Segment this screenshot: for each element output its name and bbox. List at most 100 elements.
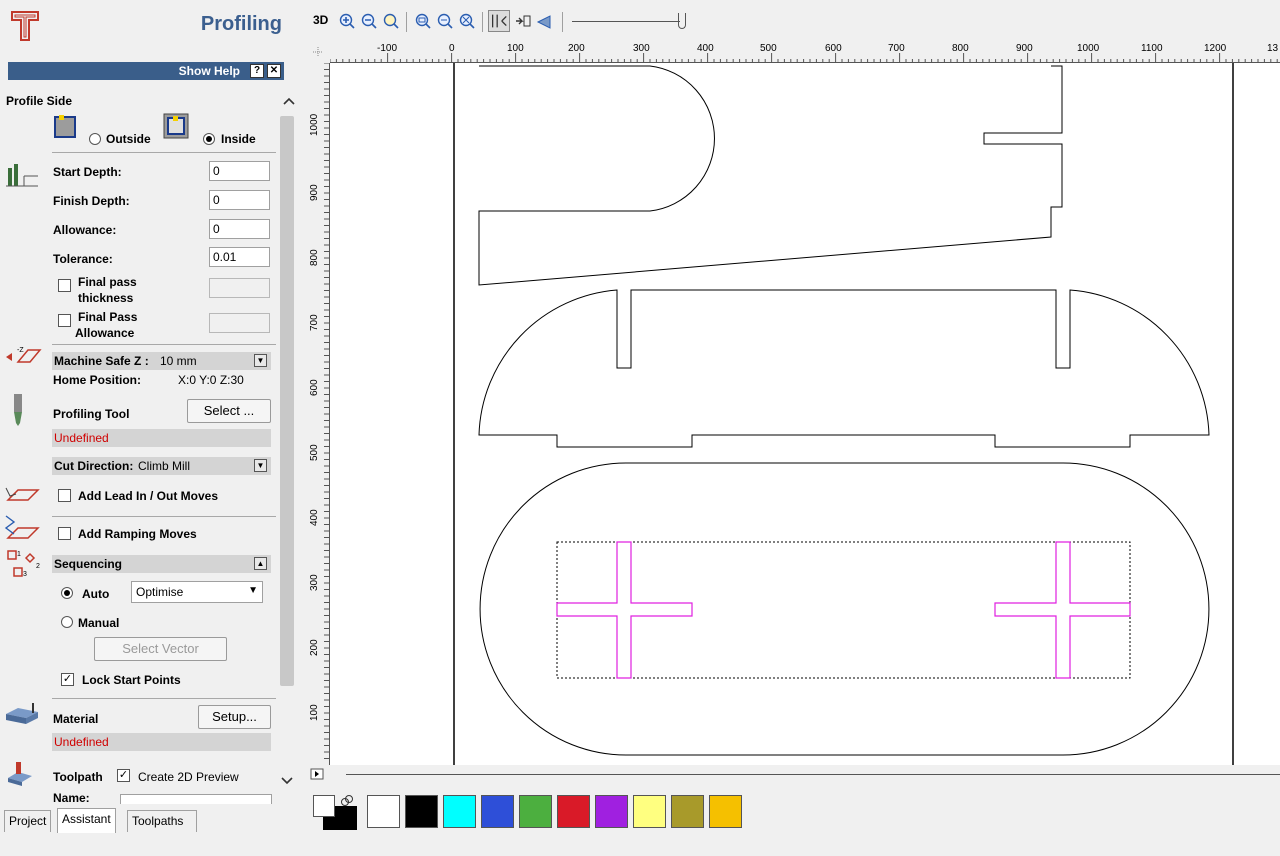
select-vector-button: Select Vector <box>94 637 227 661</box>
zoom-fit-icon[interactable] <box>382 12 400 30</box>
play-arrow-icon[interactable] <box>310 768 324 780</box>
color-swatch[interactable] <box>367 795 400 828</box>
color-swatch[interactable] <box>633 795 666 828</box>
toolbar-separator <box>562 12 563 32</box>
color-swatch[interactable] <box>709 795 742 828</box>
ramping-icon <box>4 515 40 539</box>
toolbar-separator <box>482 12 483 32</box>
material-setup-button[interactable]: Setup... <box>198 705 271 729</box>
sequence-order-value: Optimise <box>136 585 184 599</box>
outside-label: Outside <box>106 132 151 146</box>
panel-title: Profiling <box>200 13 282 35</box>
vertical-ruler: 1000 900 800 700 600 500 400 300 200 100 <box>306 62 330 765</box>
color-swatch[interactable] <box>481 795 514 828</box>
zoom-in-icon[interactable] <box>338 12 356 30</box>
final-pass-thickness-label-2: thickness <box>78 291 134 305</box>
finish-depth-input[interactable]: 0 <box>209 190 270 210</box>
color-swatch[interactable] <box>671 795 704 828</box>
lead-in-checkbox[interactable] <box>58 489 71 502</box>
tolerance-input[interactable]: 0.01 <box>209 247 270 267</box>
color-swatch[interactable] <box>595 795 628 828</box>
zoom-all-icon[interactable] <box>458 12 476 30</box>
allowance-input[interactable]: 0 <box>209 219 270 239</box>
svg-text:1: 1 <box>17 551 21 558</box>
zoom-box-icon[interactable] <box>414 12 432 30</box>
color-swatch[interactable] <box>557 795 590 828</box>
sequencing-bar[interactable]: Sequencing ▲ <box>52 555 271 573</box>
tab-toolpaths[interactable]: Toolpaths <box>127 810 197 832</box>
color-swatch[interactable] <box>443 795 476 828</box>
horizontal-ruler: -100 0 100 200 300 400 500 600 700 800 9… <box>329 41 1280 63</box>
vector-top-profile <box>478 65 1063 286</box>
ruler-y-label: 600 <box>309 379 320 396</box>
help-button[interactable]: ? <box>250 64 264 78</box>
cut-direction-bar[interactable]: Cut Direction: Climb Mill ▼ <box>52 457 271 475</box>
swap-colors-icon[interactable] <box>340 794 354 808</box>
current-fill-color-front[interactable] <box>313 795 335 817</box>
chevron-down-icon[interactable]: ▼ <box>254 459 267 472</box>
select-tool-button[interactable]: Select ... <box>187 399 271 423</box>
outside-radio[interactable] <box>89 133 101 145</box>
finish-depth-label: Finish Depth: <box>53 194 130 208</box>
tab-assistant[interactable]: Assistant <box>57 808 116 833</box>
toolpath-name-input[interactable] <box>120 794 272 804</box>
material-block-icon <box>6 703 38 724</box>
ruler-y-label: 900 <box>309 184 320 201</box>
cut-direction-value: Climb Mill <box>138 459 190 473</box>
snap-icon[interactable] <box>488 10 510 32</box>
design-canvas[interactable] <box>330 63 1280 765</box>
divider <box>52 698 276 699</box>
sequencing-label: Sequencing <box>54 557 123 571</box>
ruler-y-label: 300 <box>309 574 320 591</box>
manual-label: Manual <box>78 616 120 630</box>
slider-thumb[interactable] <box>678 13 686 29</box>
chevron-up-icon[interactable]: ▲ <box>254 557 267 570</box>
chevron-down-icon[interactable]: ▼ <box>248 585 258 596</box>
ruler-y-label: 100 <box>309 704 320 721</box>
close-icon[interactable]: ✕ <box>267 64 281 78</box>
machine-safe-z-value: 10 mm <box>160 354 197 368</box>
drawing-area[interactable] <box>330 63 1280 765</box>
ramping-checkbox[interactable] <box>58 527 71 540</box>
canvas-horizontal-scrollbar[interactable] <box>306 766 1280 782</box>
ruler-y-label: 800 <box>309 249 320 266</box>
manual-radio[interactable] <box>61 616 73 628</box>
machine-safe-z-bar[interactable]: Machine Safe Z : 10 mm ▼ <box>52 352 271 370</box>
lock-start-points-checkbox[interactable]: ✓ <box>61 673 74 686</box>
outside-profile-icon <box>54 115 76 138</box>
view-3d-button[interactable]: 3D <box>313 13 328 27</box>
home-position-value: X:0 Y:0 Z:30 <box>178 373 244 387</box>
color-swatch[interactable] <box>405 795 438 828</box>
auto-radio[interactable] <box>61 587 73 599</box>
lock-start-points-label: Lock Start Points <box>82 673 181 687</box>
selection-bounding-box <box>556 541 1131 679</box>
zoom-out-icon[interactable] <box>360 12 378 30</box>
ruler-y-label: 400 <box>309 509 320 526</box>
cut-direction-label: Cut Direction: <box>54 459 134 473</box>
zoom-prev-icon[interactable] <box>436 12 454 30</box>
selected-vector-cross-right <box>994 541 1131 679</box>
svg-text:-Z: -Z <box>17 347 24 354</box>
final-pass-allowance-checkbox[interactable] <box>58 314 71 327</box>
panel-scrollbar-thumb[interactable] <box>280 116 294 686</box>
show-help-bar[interactable]: Show Help ? ✕ <box>8 62 284 80</box>
vector-middle-profile <box>478 289 1210 448</box>
start-depth-input[interactable]: 0 <box>209 161 270 181</box>
inside-radio[interactable] <box>203 133 215 145</box>
divider <box>52 344 276 345</box>
svg-text:3: 3 <box>23 571 27 578</box>
chevron-down-icon[interactable]: ▼ <box>254 354 267 367</box>
slider-track[interactable] <box>572 21 680 22</box>
sequence-order-select[interactable]: Optimise ▼ <box>131 581 263 603</box>
orientation-icon[interactable] <box>536 12 554 30</box>
tool-bit-icon <box>14 394 22 426</box>
snap-grid-icon[interactable] <box>514 12 532 30</box>
final-pass-thickness-checkbox[interactable] <box>58 279 71 292</box>
show-help-label[interactable]: Show Help <box>179 64 240 78</box>
toolpath-name-label: Name: <box>53 792 90 802</box>
tab-project[interactable]: Project <box>4 810 52 832</box>
ruler-y-label: 700 <box>309 314 320 331</box>
color-swatch[interactable] <box>519 795 552 828</box>
create-2d-preview-checkbox[interactable]: ✓ <box>117 769 130 782</box>
material-boundary <box>453 63 1234 765</box>
